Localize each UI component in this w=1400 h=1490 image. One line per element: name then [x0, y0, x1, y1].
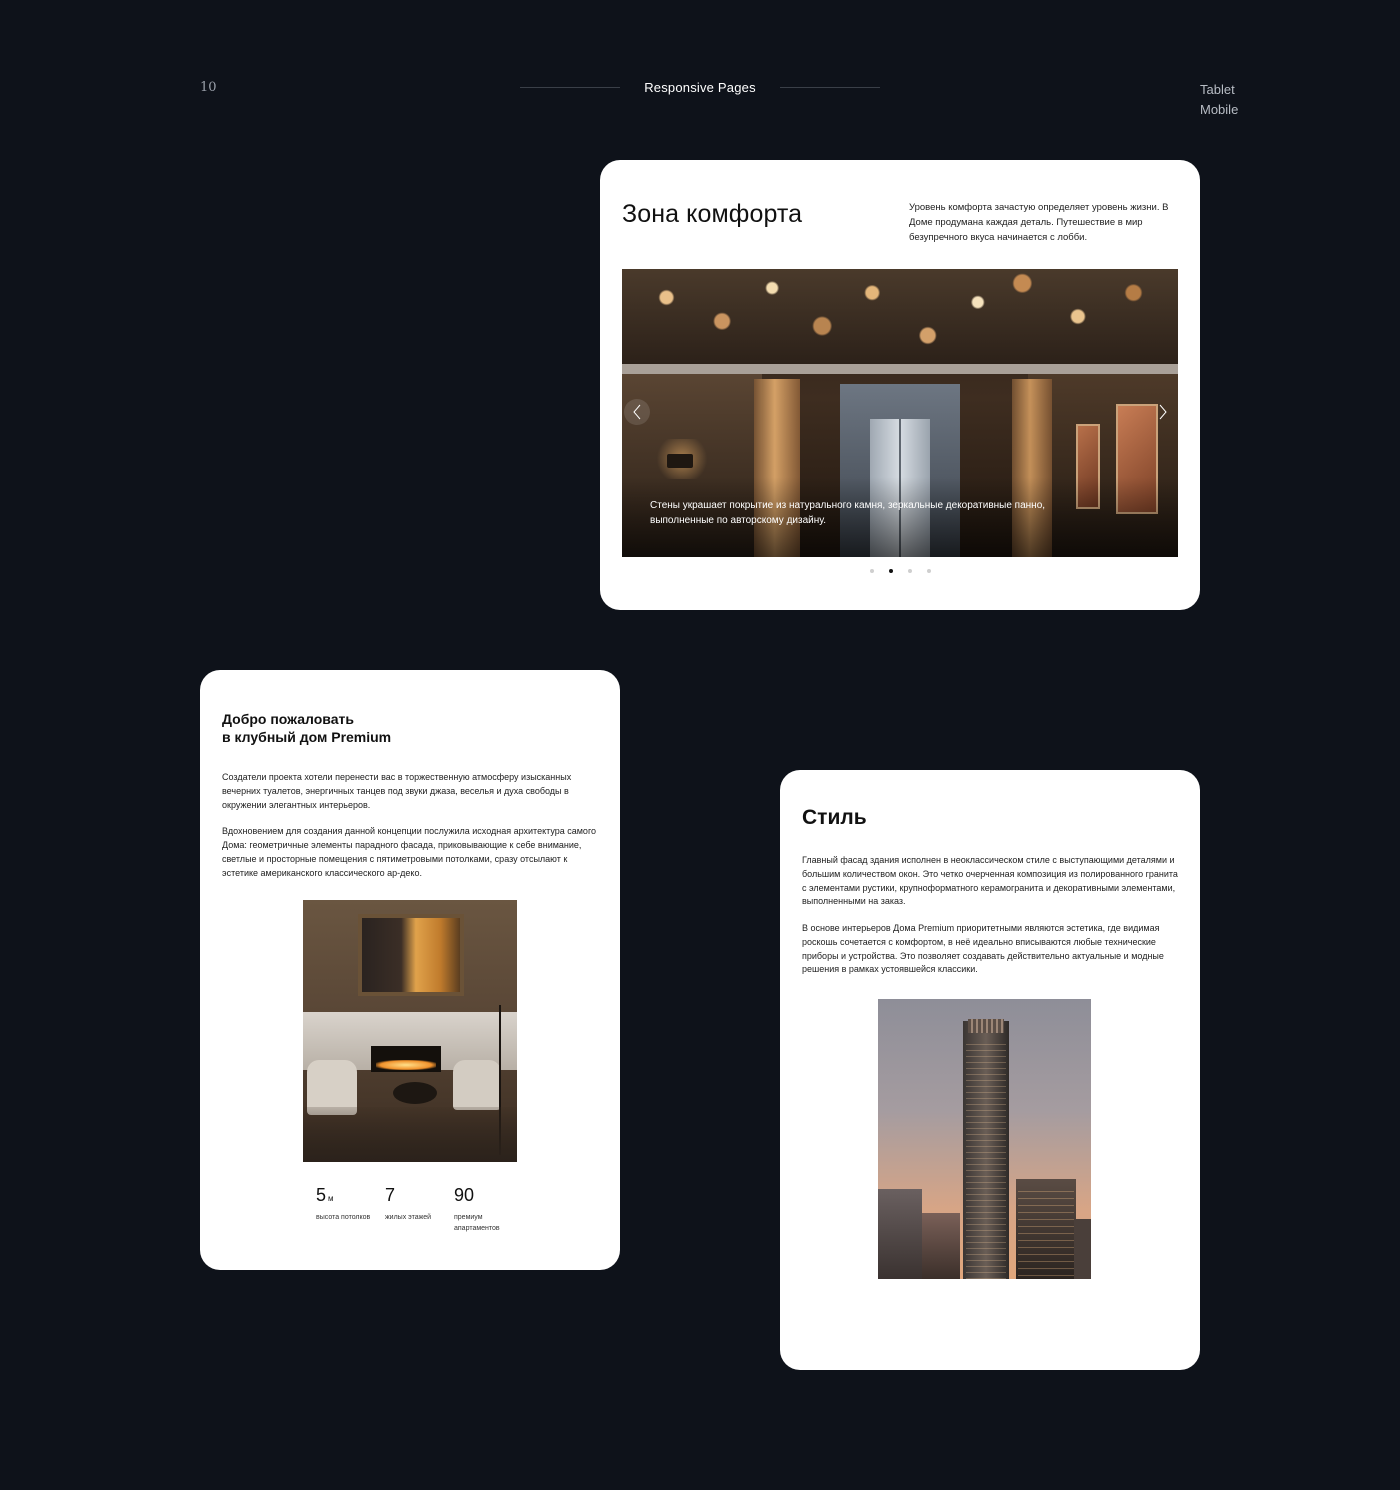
foreground-shade	[303, 1107, 517, 1162]
stat-ceiling-height: 5м высота потолков	[316, 1184, 385, 1234]
lounge-fireplace-image	[303, 900, 517, 1162]
coffee-table	[393, 1082, 437, 1104]
slider-prev-button[interactable]	[624, 399, 650, 425]
skyscraper-windows	[966, 1039, 1006, 1279]
slider-dot-2[interactable]	[888, 569, 893, 573]
stat-apartments-value-line: 90	[454, 1184, 523, 1206]
slider-dot-4[interactable]	[926, 569, 931, 573]
ceiling-band	[622, 364, 1178, 374]
tower-facade-image	[878, 999, 1091, 1279]
welcome-paragraph-1: Создатели проекта хотели перенести вас в…	[222, 772, 572, 810]
building-right-windows	[1018, 1185, 1074, 1279]
stat-value: 90	[454, 1185, 475, 1205]
stat-apartments: 90 премиум апартаментов	[454, 1184, 523, 1234]
lobby-slider[interactable]: Стены украшает покрытие из натурального …	[622, 269, 1178, 557]
stat-floors-value-line: 7	[385, 1184, 454, 1206]
stat-unit: м	[328, 1194, 334, 1203]
building-left	[878, 1189, 922, 1279]
page-number: 10	[200, 80, 217, 95]
chevron-left-icon	[633, 404, 641, 420]
welcome-title-line1: Добро пожаловать	[222, 711, 354, 727]
stat-label: жилых этажей	[385, 1214, 432, 1221]
style-paragraph-1: Главный фасад здания исполнен в неокласс…	[802, 855, 1178, 907]
stats-row: 5м высота потолков 7 жилых этажей 90 пре…	[316, 1184, 523, 1234]
welcome-paragraph-2: Вдохновением для создания данной концепц…	[222, 826, 597, 878]
comfort-card: Зона комфорта Уровень комфорта зачастую …	[600, 160, 1200, 610]
slider-dot-1[interactable]	[869, 569, 874, 573]
device-list: Tablet Mobile	[1200, 80, 1238, 120]
slider-dot-3[interactable]	[907, 569, 912, 573]
building-far	[1074, 1219, 1091, 1279]
table-lamp	[667, 454, 693, 468]
device-mobile: Mobile	[1200, 102, 1239, 117]
header-divider-left	[520, 87, 620, 88]
slider-pagination	[600, 569, 1200, 573]
style-title: Стиль	[802, 806, 867, 829]
chevron-right-icon	[1159, 404, 1167, 420]
device-tablet: Tablet	[1200, 82, 1235, 97]
stat-floors: 7 жилых этажей	[385, 1184, 454, 1234]
stat-label: премиум апартаментов	[454, 1214, 500, 1232]
painting	[358, 914, 464, 996]
skyscraper-crown	[968, 1019, 1004, 1033]
chandelier-ceiling	[622, 269, 1178, 364]
welcome-title: Добро пожаловать в клубный дом Premium	[222, 710, 582, 746]
welcome-card: Добро пожаловать в клубный дом Premium С…	[200, 670, 620, 1270]
stat-value: 7	[385, 1185, 396, 1205]
header-divider-right	[780, 87, 880, 88]
stat-value: 5	[316, 1185, 327, 1205]
slider-next-button[interactable]	[1150, 399, 1176, 425]
style-card: Стиль Главный фасад здания исполнен в не…	[780, 770, 1200, 1370]
stat-label: высота потолков	[316, 1214, 371, 1221]
welcome-title-line2: в клубный дом Premium	[222, 729, 392, 745]
comfort-description: Уровень комфорта зачастую определяет уро…	[909, 202, 1169, 243]
comfort-title: Зона комфорта	[622, 200, 803, 228]
section-title: Responsive Pages	[644, 80, 756, 95]
building-left-2	[922, 1213, 960, 1279]
slider-caption: Стены украшает покрытие из натурального …	[650, 500, 1046, 526]
armchair-right	[453, 1060, 501, 1110]
fireplace-flame	[376, 1060, 436, 1070]
stat-ceiling-value-line: 5м	[316, 1184, 385, 1206]
style-paragraph-2: В основе интерьеров Дома Premium приорит…	[802, 923, 1164, 975]
